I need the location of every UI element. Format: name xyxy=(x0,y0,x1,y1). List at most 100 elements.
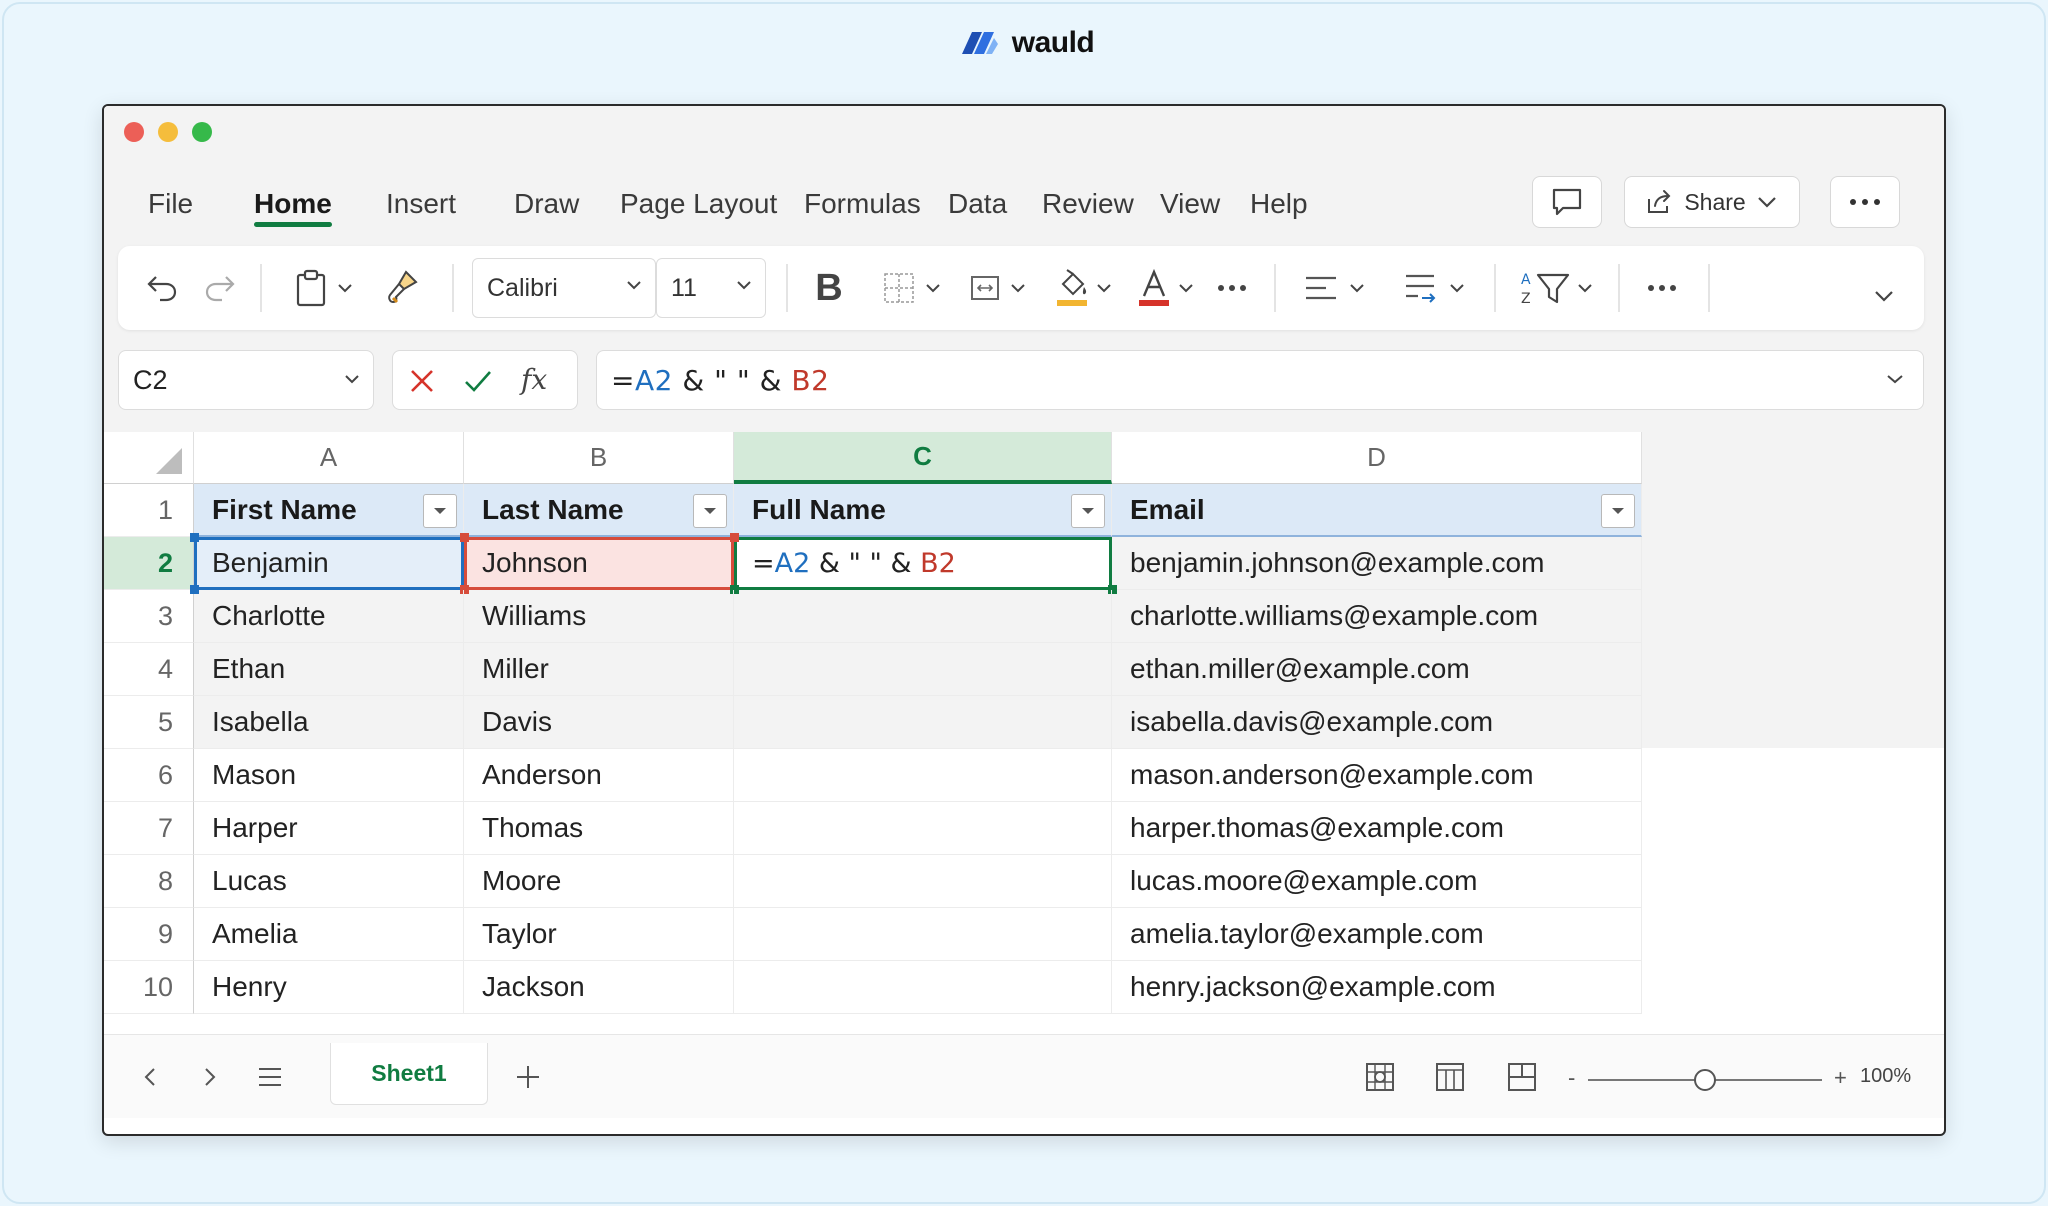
cell-c8[interactable] xyxy=(734,855,1112,908)
filter-dropdown-button[interactable] xyxy=(1601,494,1635,528)
column-header-c[interactable]: C xyxy=(734,432,1112,484)
cell-b9[interactable]: Taylor xyxy=(464,908,734,961)
wrap-text-button[interactable] xyxy=(1394,264,1476,312)
range-handle[interactable] xyxy=(460,533,469,542)
cell-c9[interactable] xyxy=(734,908,1112,961)
column-header-d[interactable]: D xyxy=(1112,432,1642,484)
cell-b8[interactable]: Moore xyxy=(464,855,734,908)
cell-d6[interactable]: mason.anderson@example.com xyxy=(1112,749,1642,802)
page-break-view-button[interactable] xyxy=(1502,1055,1542,1099)
cell-a2[interactable]: Benjamin xyxy=(194,537,464,590)
cell-c3[interactable] xyxy=(734,590,1112,643)
filter-dropdown-button[interactable] xyxy=(423,494,457,528)
tab-formulas[interactable]: Formulas xyxy=(804,188,921,220)
font-color-button[interactable] xyxy=(1128,264,1204,312)
row-header-4[interactable]: 4 xyxy=(104,643,194,696)
cancel-icon[interactable] xyxy=(409,368,435,394)
cell-d4[interactable]: ethan.miller@example.com xyxy=(1112,643,1642,696)
expand-formula-icon[interactable] xyxy=(1885,373,1905,385)
comments-button[interactable] xyxy=(1532,176,1602,228)
tab-data[interactable]: Data xyxy=(948,188,1007,220)
row-header-8[interactable]: 8 xyxy=(104,855,194,908)
filter-dropdown-button[interactable] xyxy=(693,494,727,528)
select-all-corner[interactable] xyxy=(104,432,194,484)
row-header-2[interactable]: 2 xyxy=(104,537,194,590)
row-header-7[interactable]: 7 xyxy=(104,802,194,855)
range-handle[interactable] xyxy=(730,533,739,542)
sort-filter-button[interactable]: AZ xyxy=(1514,264,1600,312)
table-header-cell[interactable]: Email xyxy=(1112,484,1642,537)
cell-a10[interactable]: Henry xyxy=(194,961,464,1014)
share-button[interactable]: Share xyxy=(1624,176,1800,228)
tab-review[interactable]: Review xyxy=(1042,188,1134,220)
close-window-button[interactable] xyxy=(124,122,144,142)
cell-c10[interactable] xyxy=(734,961,1112,1014)
sheet-tab-sheet1[interactable]: Sheet1 xyxy=(330,1043,488,1105)
cell-c6[interactable] xyxy=(734,749,1112,802)
merge-cells-button[interactable] xyxy=(960,264,1036,312)
name-box[interactable]: C2 xyxy=(118,350,374,410)
next-sheet-button[interactable] xyxy=(192,1055,228,1099)
font-size-dropdown[interactable]: 11 xyxy=(656,258,766,318)
tab-draw[interactable]: Draw xyxy=(514,188,579,220)
cell-b6[interactable]: Anderson xyxy=(464,749,734,802)
enter-icon[interactable] xyxy=(463,368,493,394)
cell-a9[interactable]: Amelia xyxy=(194,908,464,961)
redo-button[interactable] xyxy=(200,264,240,312)
font-name-dropdown[interactable]: Calibri xyxy=(472,258,656,318)
cell-d5[interactable]: isabella.davis@example.com xyxy=(1112,696,1642,749)
page-layout-view-button[interactable] xyxy=(1430,1055,1470,1099)
cell-b2[interactable]: Johnson xyxy=(464,537,734,590)
row-header-1[interactable]: 1 xyxy=(104,484,194,537)
cell-b5[interactable]: Davis xyxy=(464,696,734,749)
format-painter-button[interactable] xyxy=(380,264,424,312)
row-header-9[interactable]: 9 xyxy=(104,908,194,961)
fx-icon[interactable]: fx xyxy=(521,363,547,396)
all-sheets-button[interactable] xyxy=(250,1055,290,1099)
filter-dropdown-button[interactable] xyxy=(1071,494,1105,528)
borders-button[interactable] xyxy=(874,264,950,312)
formula-input[interactable]: = A2 & " " & B2 xyxy=(596,350,1924,410)
range-handle[interactable] xyxy=(190,533,199,542)
cell-d2[interactable]: benjamin.johnson@example.com xyxy=(1112,537,1642,590)
cell-b7[interactable]: Thomas xyxy=(464,802,734,855)
table-header-cell[interactable]: Full Name xyxy=(734,484,1112,537)
table-header-cell[interactable]: First Name xyxy=(194,484,464,537)
paste-button[interactable] xyxy=(286,264,362,312)
row-header-5[interactable]: 5 xyxy=(104,696,194,749)
row-header-10[interactable]: 10 xyxy=(104,961,194,1014)
row-header-6[interactable]: 6 xyxy=(104,749,194,802)
cell-b3[interactable]: Williams xyxy=(464,590,734,643)
cell-b10[interactable]: Jackson xyxy=(464,961,734,1014)
cell-c4[interactable] xyxy=(734,643,1112,696)
column-header-a[interactable]: A xyxy=(194,432,464,484)
row-header-3[interactable]: 3 xyxy=(104,590,194,643)
normal-view-button[interactable] xyxy=(1360,1055,1400,1099)
cell-d8[interactable]: lucas.moore@example.com xyxy=(1112,855,1642,908)
zoom-in-button[interactable]: + xyxy=(1834,1065,1847,1091)
bold-button[interactable]: B xyxy=(806,264,852,312)
zoom-out-button[interactable]: - xyxy=(1568,1065,1575,1091)
cell-a8[interactable]: Lucas xyxy=(194,855,464,908)
alignment-button[interactable] xyxy=(1294,264,1376,312)
cell-d7[interactable]: harper.thomas@example.com xyxy=(1112,802,1642,855)
cell-a4[interactable]: Ethan xyxy=(194,643,464,696)
cell-a3[interactable]: Charlotte xyxy=(194,590,464,643)
cell-c7[interactable] xyxy=(734,802,1112,855)
cell-a6[interactable]: Mason xyxy=(194,749,464,802)
tab-page-layout[interactable]: Page Layout xyxy=(620,188,777,220)
cell-d3[interactable]: charlotte.williams@example.com xyxy=(1112,590,1642,643)
more-options-button[interactable] xyxy=(1830,176,1900,228)
cell-d9[interactable]: amelia.taylor@example.com xyxy=(1112,908,1642,961)
cell-d10[interactable]: henry.jackson@example.com xyxy=(1112,961,1642,1014)
cell-b4[interactable]: Miller xyxy=(464,643,734,696)
zoom-slider-thumb[interactable] xyxy=(1694,1069,1716,1091)
column-header-b[interactable]: B xyxy=(464,432,734,484)
undo-button[interactable] xyxy=(142,264,182,312)
tab-file[interactable]: File xyxy=(148,188,193,220)
more-font-options-button[interactable] xyxy=(1210,264,1254,312)
tab-home[interactable]: Home xyxy=(254,188,332,220)
zoom-level[interactable]: 100% xyxy=(1860,1065,1911,1088)
expand-ribbon-button[interactable] xyxy=(1862,272,1906,320)
minimize-window-button[interactable] xyxy=(158,122,178,142)
